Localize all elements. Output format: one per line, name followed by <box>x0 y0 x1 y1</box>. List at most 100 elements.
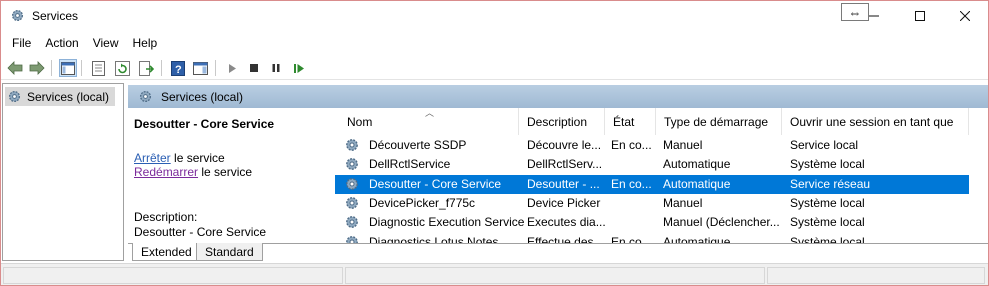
service-row[interactable]: DellRctlService DellRctlServ... Automatiqu… <box>335 155 969 174</box>
restart-service-link[interactable]: Redémarrer <box>134 165 198 179</box>
service-startup-cell: Automatique <box>663 176 731 191</box>
service-gear-icon <box>346 139 358 151</box>
service-state-cell: En co... <box>611 176 652 191</box>
stop-service-suffix: le service <box>170 151 225 165</box>
forward-arrow-icon <box>29 61 45 75</box>
pause-service-button[interactable] <box>267 59 285 77</box>
stop-service-button[interactable] <box>245 59 263 77</box>
properties-button[interactable] <box>89 59 107 77</box>
refresh-button[interactable] <box>113 59 131 77</box>
show-action-pane-button[interactable] <box>191 59 209 77</box>
toolbar-separator <box>161 60 162 76</box>
service-row[interactable]: Découverte SSDP Découvre le... En co... Man… <box>335 136 969 155</box>
panel-header-title: Services (local) <box>161 89 244 104</box>
service-description-cell: Executes dia... <box>527 215 605 230</box>
stop-icon <box>250 64 258 72</box>
toolbar-separator <box>215 60 216 76</box>
help-button[interactable]: ? <box>169 59 187 77</box>
service-gear-icon <box>346 158 358 171</box>
service-name-cell: Desoutter - Core Service <box>369 176 502 191</box>
tree-item-services-local[interactable]: Services (local) <box>5 87 115 106</box>
column-header-state[interactable]: État <box>605 108 656 135</box>
action-pane-icon <box>192 61 208 75</box>
stop-service-link[interactable]: Arrêter <box>134 151 171 165</box>
status-segment <box>3 267 343 284</box>
back-button[interactable] <box>6 59 24 77</box>
column-header-label: Ouvrir une session en tant que <box>790 114 954 129</box>
refresh-icon <box>114 60 130 76</box>
minimize-icon <box>869 15 879 17</box>
service-gear-icon <box>346 196 358 209</box>
menu-help[interactable]: Help <box>126 36 165 50</box>
service-name-cell: Découverte SSDP <box>369 138 467 152</box>
sort-ascending-icon: ︿ <box>425 108 435 118</box>
tab-standard[interactable]: Standard <box>196 243 263 261</box>
services-panel: Services (local) Desoutter - Core Servic… <box>128 85 988 261</box>
column-header-label: État <box>613 114 635 129</box>
restart-service-suffix: le service <box>198 165 253 179</box>
menu-file[interactable]: File <box>5 36 38 50</box>
service-name-cell: DevicePicker_f775c <box>369 195 476 210</box>
services-gear-icon <box>8 90 21 103</box>
service-state-cell: En co... <box>611 234 652 244</box>
column-header-description[interactable]: Description <box>519 108 605 135</box>
properties-icon <box>91 60 105 76</box>
tree-item-label: Services (local) <box>27 89 110 104</box>
services-gear-icon <box>11 9 24 22</box>
service-description-cell: DellRctlServ... <box>527 157 603 172</box>
column-header-startup-type[interactable]: Type de démarrage <box>656 108 782 135</box>
menu-action[interactable]: Action <box>38 36 85 50</box>
service-description-cell: Effectue des... <box>527 234 604 244</box>
title-bar: Services ⇔ <box>1 1 988 31</box>
forward-button[interactable] <box>28 59 46 77</box>
service-row[interactable]: DevicePicker_f775c Device Picker Manuel Sys… <box>335 194 969 213</box>
column-header-label: Description <box>527 114 588 129</box>
services-window: Services ⇔ File Action View Help ? Servi… <box>0 0 989 286</box>
list-header: ︿ Nom Description État Type de démarrage… <box>333 108 969 135</box>
description-text: Desoutter - Core Service <box>134 225 267 239</box>
column-header-name[interactable]: ︿ Nom <box>333 108 519 135</box>
service-state-cell: En co... <box>611 138 652 152</box>
service-startup-cell: Manuel <box>663 138 703 152</box>
service-row[interactable]: Desoutter - Core Service Desoutter - ... E… <box>335 174 969 194</box>
close-button[interactable] <box>942 1 988 31</box>
view-tabs: Extended Standard <box>128 243 988 261</box>
console-tree: Services (local) <box>2 83 124 261</box>
maximize-button[interactable] <box>897 1 943 31</box>
service-gear-icon <box>346 235 358 243</box>
restart-service-button[interactable] <box>290 59 308 77</box>
status-segment <box>345 267 765 284</box>
tab-extended[interactable]: Extended <box>132 243 201 261</box>
export-list-button[interactable] <box>137 59 155 77</box>
service-startup-cell: Automatique <box>663 234 731 244</box>
menu-bar: File Action View Help <box>1 32 988 54</box>
restart-icon <box>294 63 304 73</box>
status-bar <box>1 263 988 285</box>
service-logon-cell: Service réseau <box>790 176 871 191</box>
service-gear-icon <box>346 177 358 190</box>
toolbar-separator <box>51 60 52 76</box>
column-header-label: Type de démarrage <box>664 114 769 129</box>
service-name-cell: Diagnostics Lotus Notes <box>369 234 499 244</box>
service-logon-cell: Système local <box>790 157 865 172</box>
services-list: ︿ Nom Description État Type de démarrage… <box>333 108 988 243</box>
console-tree-icon <box>61 61 75 75</box>
menu-view[interactable]: View <box>86 36 126 50</box>
service-row[interactable]: Diagnostic Execution Service Executes dia… <box>335 213 969 232</box>
status-segment <box>767 267 985 284</box>
column-header-logon-as[interactable]: Ouvrir une session en tant que <box>782 108 969 135</box>
start-service-button[interactable] <box>223 59 241 77</box>
extended-description-pane: Desoutter - Core Service Arrêter le serv… <box>128 108 332 243</box>
service-logon-cell: Service local <box>790 138 859 152</box>
show-hide-console-tree-button[interactable] <box>59 59 77 77</box>
service-description-cell: Device Picker <box>527 195 601 210</box>
minimize-button[interactable] <box>851 1 897 31</box>
service-name-cell: DellRctlService <box>369 157 451 172</box>
svg-text:?: ? <box>175 64 182 76</box>
service-logon-cell: Système local <box>790 195 865 210</box>
export-list-icon <box>138 60 154 76</box>
help-book-icon: ? <box>171 60 185 76</box>
service-name-cell: Diagnostic Execution Service <box>369 215 525 230</box>
service-row[interactable]: Diagnostics Lotus Notes Effectue des... En… <box>335 233 969 244</box>
window-title: Services <box>32 9 79 23</box>
